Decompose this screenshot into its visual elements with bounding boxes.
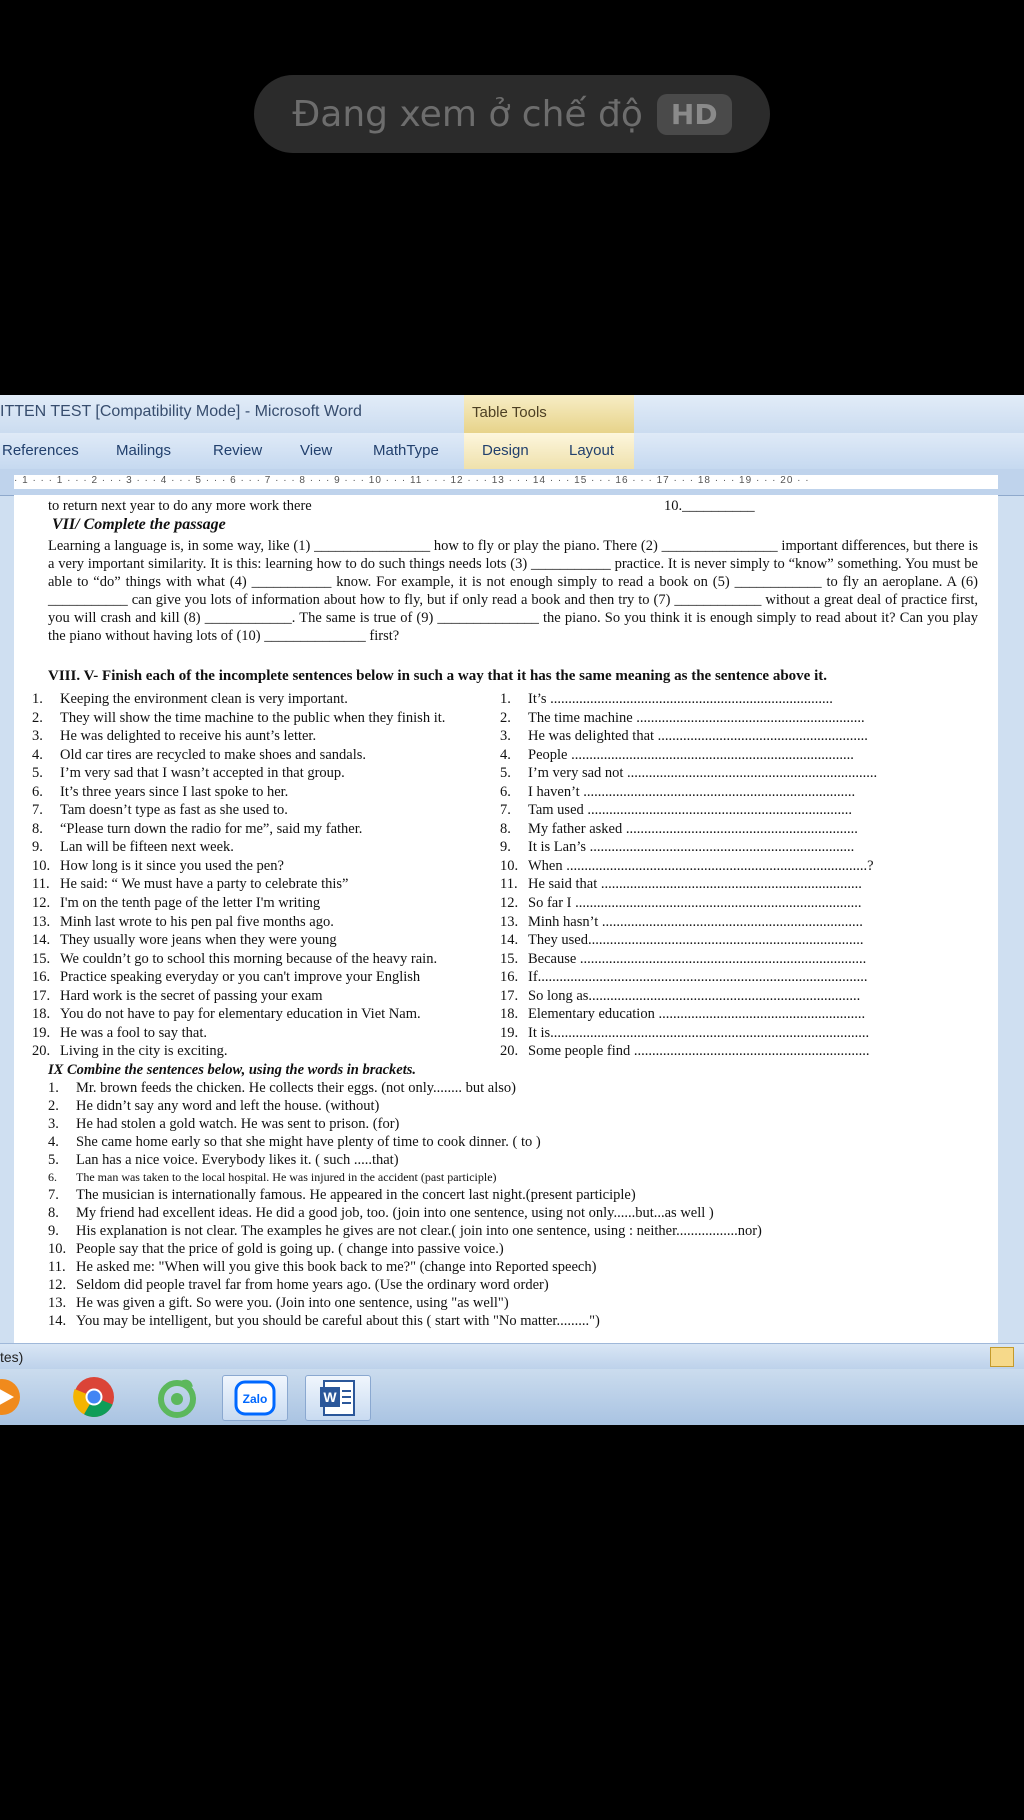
list-item: 15. We couldn’t go to school this morning… xyxy=(32,950,438,967)
rewrite-sentences-list: 1. It’s .................................… xyxy=(500,690,960,1061)
list-item: 11. He said: “ We must have a party to ce… xyxy=(32,876,349,893)
list-item: 7. Tam doesn’t type as fast as she used t… xyxy=(32,802,288,819)
list-item: 10. When ................................… xyxy=(500,857,874,874)
section7-title: VII/ Complete the passage xyxy=(52,516,226,533)
list-item: 18. You do not have to pay for elementary… xyxy=(32,1006,421,1023)
taskbar: Zalo W xyxy=(0,1369,1024,1425)
list-item: 7. Tam used .............................… xyxy=(500,802,853,819)
list-item: 10. How long is it since you used the pen… xyxy=(32,857,284,874)
list-item: 6. It’s three years since I last spoke to… xyxy=(32,783,289,800)
ruler-scale: · 1 · · · 1 · · · 2 · · · 3 · · · 4 · · … xyxy=(14,475,998,489)
list-item: 3. He had stolen a gold watch. He was sen… xyxy=(48,1115,400,1132)
list-item: 5. I’m very sad that I wasn’t accepted in… xyxy=(32,765,345,782)
document-page[interactable]: to return next year to do any more work … xyxy=(14,495,998,1343)
print-layout-view-button[interactable] xyxy=(990,1347,1014,1367)
list-item: 13. Minh last wrote to his pen pal five m… xyxy=(32,913,334,930)
list-item: 7. The musician is internationally famous… xyxy=(48,1187,636,1204)
list-item: 2. They will show the time machine to the… xyxy=(32,709,446,726)
section8-title: VIII. V- Finish each of the incomplete s… xyxy=(48,668,828,684)
list-item: 9. Lan will be fifteen next week. xyxy=(32,839,234,856)
tab-references[interactable]: References xyxy=(2,442,79,459)
list-item: 2. The time machine .....................… xyxy=(500,709,865,726)
status-text: tes) xyxy=(0,1349,24,1365)
window-title: ITTEN TEST [Compatibility Mode] - Micros… xyxy=(0,403,362,420)
list-item: 9. It is Lan’s ..........................… xyxy=(500,839,855,856)
list-item: 11. He asked me: "When will you give this… xyxy=(48,1258,597,1275)
word-window: ITTEN TEST [Compatibility Mode] - Micros… xyxy=(0,395,1024,1425)
list-item: 2. He didn’t say any word and left the ho… xyxy=(48,1097,380,1114)
table-tools-label: Table Tools xyxy=(472,404,547,421)
prev-question-answer: 10.__________ xyxy=(664,498,755,514)
tab-review[interactable]: Review xyxy=(213,442,262,459)
list-item: 14. They used............................… xyxy=(500,932,864,949)
status-bar: tes) xyxy=(0,1343,1024,1370)
list-item: 20. Living in the city is exciting. xyxy=(32,1043,228,1060)
list-item: 16. Practice speaking everyday or you can… xyxy=(32,969,421,986)
prev-question-line: to return next year to do any more work … xyxy=(48,498,312,514)
list-item: 19. It is................................… xyxy=(500,1024,870,1041)
word-label: W xyxy=(323,1389,337,1405)
list-item: 1. It’s .................................… xyxy=(500,691,833,707)
list-item: 17. Hard work is the secret of passing yo… xyxy=(32,987,323,1004)
tab-layout[interactable]: Layout xyxy=(569,442,614,459)
word-icon[interactable]: W xyxy=(305,1375,371,1421)
table-tools-context: Table Tools xyxy=(464,395,634,433)
ribbon-tabs: References Mailings Review View MathType… xyxy=(0,433,1024,470)
passage-text: Learning a language is, in some way, lik… xyxy=(48,538,978,644)
list-item: 11. He said that ........................… xyxy=(500,876,862,893)
list-item: 5. I’m very sad not .....................… xyxy=(500,765,878,782)
list-item: 8. “Please turn down the radio for me”, s… xyxy=(32,820,363,837)
list-item: 16. If...................................… xyxy=(500,969,868,986)
list-item: 14. You may be intelligent, but you shoul… xyxy=(48,1312,600,1329)
list-item: 13. Minh hasn’t .........................… xyxy=(500,913,863,930)
horizontal-ruler[interactable]: · 1 · · · 1 · · · 2 · · · 3 · · · 4 · · … xyxy=(0,469,1024,496)
list-item: 20. Some people find ....................… xyxy=(500,1043,870,1060)
tab-view[interactable]: View xyxy=(300,442,332,459)
media-player-icon[interactable] xyxy=(0,1375,34,1419)
list-item: 12. I'm on the tenth page of the letter I… xyxy=(32,895,321,912)
list-item: 6. The man was taken to the local hospita… xyxy=(48,1170,497,1185)
original-sentences-list: 1. Keeping the environment clean is very … xyxy=(32,690,507,1061)
zalo-icon[interactable]: Zalo xyxy=(222,1375,288,1421)
list-item: 10. People say that the price of gold is … xyxy=(48,1241,504,1258)
list-item: 14. They usually wore jeans when they wer… xyxy=(32,932,337,949)
section9-title: IX Combine the sentences below, using th… xyxy=(48,1062,417,1078)
chrome-icon[interactable] xyxy=(62,1375,126,1419)
list-item: 8. My friend had excellent ideas. He did … xyxy=(48,1205,714,1222)
coccoc-icon[interactable] xyxy=(145,1375,209,1419)
hd-banner-text: Đang xem ở chế độ xyxy=(292,93,643,135)
list-item: 4. She came home early so that she might … xyxy=(48,1133,541,1150)
list-item: 12. So far I ............................… xyxy=(500,895,862,912)
list-item: 19. He was a fool to say that. xyxy=(32,1024,207,1041)
list-item: 4. Old car tires are recycled to make sho… xyxy=(32,746,366,763)
combine-sentences-list: 1. Mr. brown feeds the chicken. He collec… xyxy=(48,1079,978,1329)
hd-banner: Đang xem ở chế độ HD xyxy=(254,75,770,153)
list-item: 3. He was delighted to receive his aunt’s… xyxy=(32,728,317,745)
list-item: 3. He was delighted that ................… xyxy=(500,728,868,745)
list-item: 13. He was given a gift. So were you. (Jo… xyxy=(48,1294,509,1311)
list-item: 17. So long as...........................… xyxy=(500,987,861,1004)
list-item: 15. Because .............................… xyxy=(500,950,867,967)
tab-mailings[interactable]: Mailings xyxy=(116,442,171,459)
list-item: 9. His explanation is not clear. The exam… xyxy=(48,1223,762,1240)
zalo-label: Zalo xyxy=(243,1392,268,1406)
list-item: 1. Keeping the environment clean is very … xyxy=(32,691,348,707)
tab-mathtype[interactable]: MathType xyxy=(373,442,439,459)
list-item: 18. Elementary education ................… xyxy=(500,1006,866,1023)
list-item: 5. Lan has a nice voice. Everybody likes … xyxy=(48,1151,399,1168)
list-item: 12. Seldom did people travel far from hom… xyxy=(48,1276,549,1293)
hd-badge[interactable]: HD xyxy=(656,93,732,135)
tab-design[interactable]: Design xyxy=(482,442,529,459)
list-item: 4. People ...............................… xyxy=(500,746,854,763)
list-item: 6. I haven’t ............................… xyxy=(500,783,856,800)
list-item: 1. Mr. brown feeds the chicken. He collec… xyxy=(48,1080,516,1096)
list-item: 8. My father asked ......................… xyxy=(500,820,858,837)
